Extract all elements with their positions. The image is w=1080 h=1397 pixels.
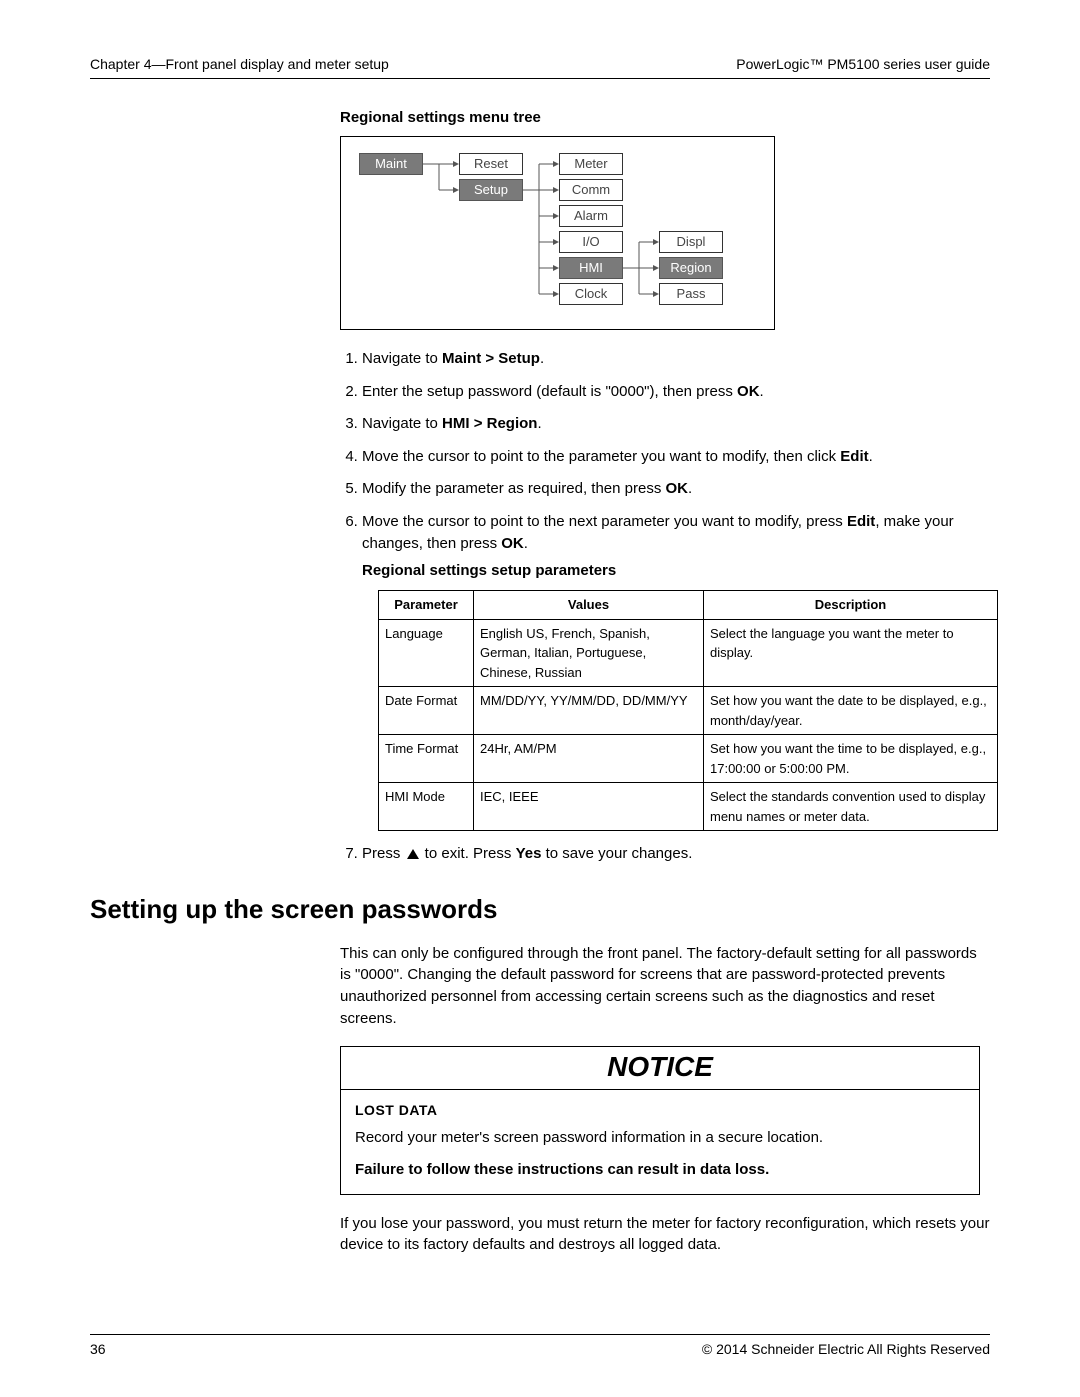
tree-node-hmi: HMI <box>559 257 623 279</box>
th-description: Description <box>704 591 998 620</box>
notice-warning: Failure to follow these instructions can… <box>355 1159 965 1182</box>
header-left: Chapter 4—Front panel display and meter … <box>90 56 389 72</box>
tree-node-maint: Maint <box>359 153 423 175</box>
up-arrow-icon <box>407 849 419 859</box>
notice-box: NOTICE Lost Data Record your meter's scr… <box>340 1046 980 1195</box>
tree-heading: Regional settings menu tree <box>340 109 990 126</box>
table-row: HMI Mode IEC, IEEE Select the standards … <box>379 783 998 831</box>
tree-node-displ: Displ <box>659 231 723 253</box>
page-header: Chapter 4—Front panel display and meter … <box>90 56 990 79</box>
page-number: 36 <box>90 1341 106 1357</box>
notice-title: NOTICE <box>341 1047 979 1090</box>
tree-node-reset: Reset <box>459 153 523 175</box>
step-1: Navigate to Maint > Setup. <box>362 348 990 371</box>
passwords-after: If you lose your password, you must retu… <box>340 1213 990 1257</box>
tree-node-alarm: Alarm <box>559 205 623 227</box>
step-6: Move the cursor to point to the next par… <box>362 511 990 832</box>
tree-node-clock: Clock <box>559 283 623 305</box>
table-row: Time Format 24Hr, AM/PM Set how you want… <box>379 735 998 783</box>
params-heading: Regional settings setup parameters <box>362 560 990 583</box>
section-title-passwords: Setting up the screen passwords <box>90 894 990 925</box>
step-7: Press to exit. Press Yes to save your ch… <box>362 843 990 866</box>
step-4: Move the cursor to point to the paramete… <box>362 446 990 469</box>
tree-node-pass: Pass <box>659 283 723 305</box>
th-parameter: Parameter <box>379 591 474 620</box>
tree-node-meter: Meter <box>559 153 623 175</box>
steps-list: Navigate to Maint > Setup. Enter the set… <box>340 348 990 866</box>
tree-node-io: I/O <box>559 231 623 253</box>
header-right: PowerLogic™ PM5100 series user guide <box>736 56 990 72</box>
th-values: Values <box>474 591 704 620</box>
notice-line: Record your meter's screen password info… <box>355 1127 965 1150</box>
table-row: Language English US, French, Spanish, Ge… <box>379 619 998 687</box>
notice-subhead: Lost Data <box>355 1100 965 1121</box>
step-3: Navigate to HMI > Region. <box>362 413 990 436</box>
menu-tree-diagram: Maint Reset Setup Meter Comm Alarm I/O H… <box>340 136 775 330</box>
passwords-intro: This can only be configured through the … <box>340 943 990 1030</box>
step-5: Modify the parameter as required, then p… <box>362 478 990 501</box>
tree-node-region: Region <box>659 257 723 279</box>
step-2: Enter the setup password (default is "00… <box>362 381 990 404</box>
tree-node-setup: Setup <box>459 179 523 201</box>
copyright: © 2014 Schneider Electric All Rights Res… <box>702 1341 990 1357</box>
table-row: Date Format MM/DD/YY, YY/MM/DD, DD/MM/YY… <box>379 687 998 735</box>
tree-node-comm: Comm <box>559 179 623 201</box>
page-footer: 36 © 2014 Schneider Electric All Rights … <box>90 1334 990 1357</box>
params-table: Parameter Values Description Language En… <box>378 590 998 831</box>
